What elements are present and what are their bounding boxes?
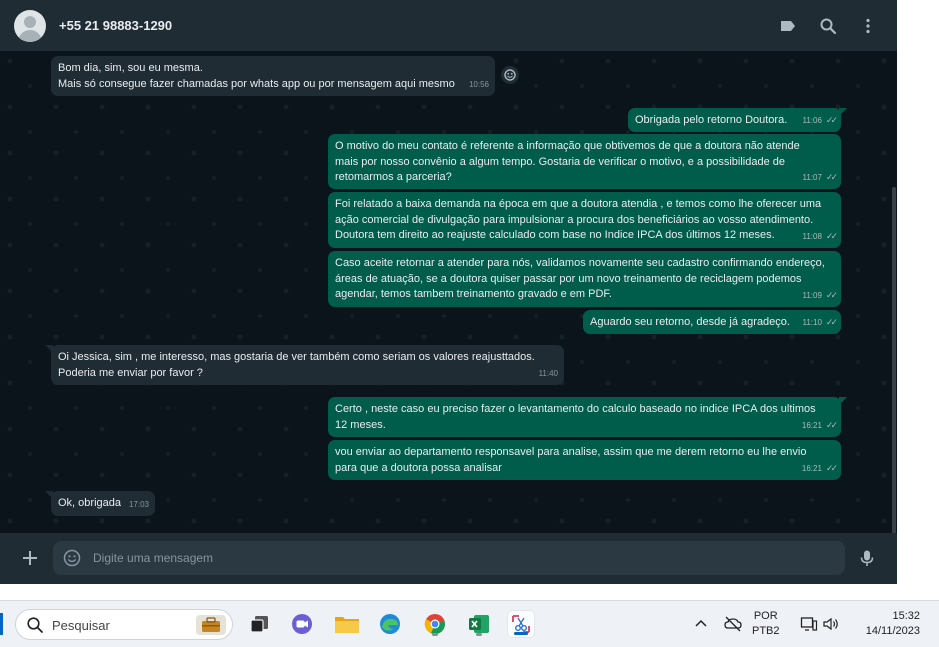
search-icon bbox=[27, 617, 43, 633]
avatar-head-shape bbox=[24, 16, 36, 28]
emoji-icon[interactable] bbox=[63, 549, 81, 567]
double-check-icon: ✓✓ bbox=[825, 316, 838, 327]
chrome-browser-icon[interactable] bbox=[421, 610, 449, 638]
file-explorer-icon[interactable] bbox=[333, 610, 361, 638]
message-time: 11:40 bbox=[538, 368, 558, 378]
message-bubble-incoming[interactable]: Bom dia, sim, sou eu mesma. Mais só cons… bbox=[51, 56, 495, 96]
chevron-up-icon[interactable] bbox=[692, 615, 710, 633]
message-text: vou enviar ao departamento responsavel p… bbox=[335, 446, 807, 474]
taskbar-search-placeholder: Pesquisar bbox=[52, 618, 110, 633]
task-view-glyph bbox=[250, 616, 268, 633]
message-bubble-outgoing[interactable]: Obrigada pelo retorno Doutora. 11:06 ✓✓ bbox=[628, 108, 847, 132]
snipping-tool-icon[interactable] bbox=[507, 610, 535, 638]
window-background bbox=[897, 0, 939, 600]
message-bubble-outgoing[interactable]: Certo , neste caso eu preciso fazer o le… bbox=[328, 397, 847, 437]
teams-glyph bbox=[292, 614, 312, 634]
running-indicator bbox=[432, 633, 438, 636]
language-code: POR bbox=[753, 610, 778, 622]
react-emoji-button[interactable] bbox=[501, 66, 519, 84]
contact-name[interactable]: +55 21 98883-1290 bbox=[59, 18, 172, 33]
message-time: 11:07 bbox=[802, 172, 822, 182]
running-indicator bbox=[476, 633, 482, 636]
message-bubble-incoming[interactable]: Ok, obrigada 17:03 bbox=[45, 491, 155, 516]
excel-icon[interactable] bbox=[465, 610, 493, 638]
composer-bar bbox=[0, 533, 897, 584]
avatar-body-shape bbox=[18, 30, 42, 42]
message-time: 11:08 bbox=[802, 231, 822, 241]
active-indicator bbox=[514, 632, 528, 635]
double-check-icon: ✓✓ bbox=[825, 462, 838, 473]
avatar[interactable] bbox=[14, 10, 46, 42]
taskbar-search[interactable]: Pesquisar bbox=[15, 609, 233, 640]
message-bubble-outgoing[interactable]: vou enviar ao departamento responsavel p… bbox=[328, 440, 841, 480]
briefcase-icon bbox=[196, 615, 226, 635]
teams-chat-icon[interactable] bbox=[288, 610, 316, 638]
label-icon[interactable] bbox=[779, 17, 797, 35]
message-input[interactable] bbox=[93, 541, 833, 575]
edge-glyph bbox=[380, 614, 400, 634]
message-time: 11:06 bbox=[802, 115, 822, 125]
message-text: Foi relatado a baixa demanda na época em… bbox=[335, 198, 822, 241]
message-bubble-outgoing[interactable]: O motivo do meu contato é referente a in… bbox=[328, 134, 841, 189]
double-check-icon: ✓✓ bbox=[825, 230, 838, 241]
message-text: Aguardo seu retorno, desde já agradeço. bbox=[590, 316, 790, 328]
search-icon[interactable] bbox=[819, 17, 837, 35]
message-bubble-incoming[interactable]: Oi Jessica, sim , me interesso, mas gost… bbox=[45, 345, 564, 385]
keyboard-layout: PTB2 bbox=[752, 625, 780, 637]
task-view-icon[interactable] bbox=[246, 610, 274, 638]
message-meta: 10:56 bbox=[469, 77, 489, 93]
message-meta: 11:07 ✓✓ bbox=[802, 170, 838, 186]
bubble-tail bbox=[45, 491, 53, 499]
chat-header: +55 21 98883-1290 bbox=[0, 0, 897, 51]
message-text: Caso aceite retornar a atender para nós,… bbox=[335, 257, 825, 300]
chat-scrollbar[interactable] bbox=[892, 187, 896, 582]
message-time: 11:09 bbox=[802, 290, 822, 300]
smiley-icon bbox=[504, 69, 516, 81]
message-meta: 17:03 bbox=[129, 497, 149, 513]
message-time: 17:03 bbox=[128, 499, 149, 509]
message-input-box[interactable] bbox=[53, 541, 845, 575]
whatsapp-window: +55 21 98883-1290 Bom dia, sim, sou eu m… bbox=[0, 0, 897, 584]
message-text: Bom dia, sim, sou eu mesma. Mais só cons… bbox=[58, 62, 455, 90]
message-bubble-outgoing[interactable]: Aguardo seu retorno, desde já agradeço. … bbox=[583, 310, 841, 334]
message-bubble-outgoing[interactable]: Caso aceite retornar a atender para nós,… bbox=[328, 251, 841, 307]
message-time: 16:21 bbox=[801, 463, 822, 473]
message-meta: 11:08 ✓✓ bbox=[802, 229, 838, 245]
message-meta: 11:09 ✓✓ bbox=[802, 288, 838, 304]
bubble-tail bbox=[45, 345, 53, 353]
menu-icon[interactable] bbox=[859, 17, 877, 35]
message-meta: 11:40 bbox=[539, 366, 558, 382]
message-time: 11:10 bbox=[802, 317, 822, 327]
message-bubble-outgoing[interactable]: Foi relatado a baixa demanda na época em… bbox=[328, 192, 841, 248]
message-text: Certo , neste caso eu preciso fazer o le… bbox=[335, 403, 816, 431]
double-check-icon: ✓✓ bbox=[825, 114, 838, 125]
network-icon[interactable] bbox=[800, 615, 818, 633]
attach-plus-icon[interactable] bbox=[20, 548, 40, 568]
system-clock[interactable]: 15:32 14/11/2023 bbox=[852, 609, 920, 639]
clock-time: 15:32 bbox=[892, 610, 920, 622]
message-text: O motivo do meu contato é referente a in… bbox=[335, 140, 800, 183]
message-meta: 16:21 ✓✓ bbox=[801, 461, 838, 477]
start-indicator[interactable] bbox=[0, 613, 3, 635]
message-list[interactable]: Bom dia, sim, sou eu mesma. Mais só cons… bbox=[0, 51, 897, 582]
message-time: 16:21 bbox=[801, 420, 822, 430]
volume-icon[interactable] bbox=[822, 615, 840, 633]
microphone-icon[interactable] bbox=[858, 549, 876, 567]
message-time: 10:56 bbox=[468, 79, 489, 89]
bubble-tail bbox=[839, 397, 847, 405]
message-text: Oi Jessica, sim , me interesso, mas gost… bbox=[58, 351, 535, 379]
bubble-tail bbox=[839, 108, 847, 116]
message-meta: 11:10 ✓✓ bbox=[802, 315, 838, 331]
message-meta: 16:21 ✓✓ bbox=[801, 418, 838, 434]
input-language-indicator[interactable]: POR PTB2 bbox=[752, 609, 780, 639]
taskbar: Pesquisar POR PTB2 15:32 14/11/2023 bbox=[0, 600, 939, 647]
edge-browser-icon[interactable] bbox=[376, 610, 404, 638]
double-check-icon: ✓✓ bbox=[825, 171, 838, 182]
double-check-icon: ✓✓ bbox=[825, 419, 838, 430]
cloud-offline-icon[interactable] bbox=[724, 615, 742, 633]
double-check-icon: ✓✓ bbox=[825, 289, 838, 300]
clock-date: 14/11/2023 bbox=[865, 625, 920, 637]
message-meta: 11:06 ✓✓ bbox=[802, 113, 838, 129]
folder-glyph bbox=[335, 617, 359, 633]
